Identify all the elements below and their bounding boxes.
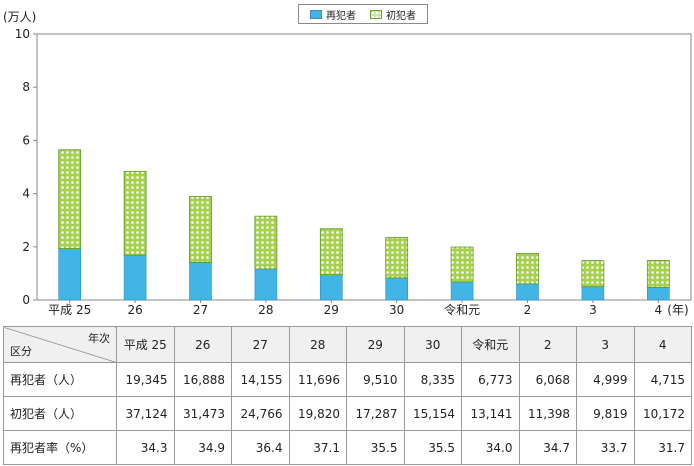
bar-repeat-offenders (254, 268, 278, 301)
table-column-header: 29 (346, 326, 405, 363)
table-cell: 37,124 (116, 396, 175, 431)
x-tick-label: 4 (654, 303, 662, 316)
x-axis-unit: (年) (667, 303, 688, 316)
y-tick-label: 4 (22, 187, 30, 201)
legend-item-first: 初犯者 (370, 7, 416, 22)
y-axis-unit: (万人) (3, 10, 36, 24)
bar-first-time-offenders (646, 260, 670, 288)
bar-repeat-offenders (385, 277, 409, 301)
bar-repeat-offenders (189, 262, 212, 301)
table-row: 再犯者率（%） 34.3 34.9 36.4 37.1 35.5 35.5 34.0 34.7 3… (3, 430, 692, 465)
table-row: 初犯者（人） 37,124 31,473 24,766 19,820 17,287 15,1… (3, 396, 692, 431)
y-tick-label: 6 (22, 133, 30, 147)
bar-chart: 0 2 4 6 8 10 平成 25 26 27 28 29 30 令和元 2 3 4 (年) (万人) (3, 10, 692, 316)
table-cell: 11,398 (518, 396, 577, 431)
x-tick-label: 平成 25 (48, 303, 91, 316)
data-table: 年次 区分 平成 25 26 27 28 29 30 令和元 2 3 4 再犯者（人） 19,345… (3, 326, 692, 465)
x-tick-label: 28 (258, 303, 273, 316)
bar-first-time-offenders (450, 246, 474, 283)
table-cell: 33.7 (576, 430, 635, 465)
table-cell: 36.4 (231, 430, 290, 465)
table-cell: 13,141 (461, 396, 520, 431)
table-row: 再犯者（人） 19,345 16,888 14,155 11,696 9,510 8,335… (3, 362, 692, 397)
table-cell: 17,287 (346, 396, 405, 431)
legend-swatch-first (370, 9, 382, 19)
table-cell: 8,335 (403, 362, 462, 397)
bar-first-time-offenders (58, 149, 82, 249)
table-column-header: 26 (173, 326, 232, 363)
table-cell: 9,510 (346, 362, 405, 397)
table-cell: 34.0 (461, 430, 520, 465)
table-cell: 16,888 (173, 362, 232, 397)
table-cell: 19,345 (116, 362, 175, 397)
table-header-row: 年次 区分 平成 25 26 27 28 29 30 令和元 2 3 4 (3, 326, 692, 363)
bar-repeat-offenders (319, 274, 343, 301)
table-column-header: 4 (633, 326, 692, 363)
bar-repeat-offenders (516, 283, 539, 301)
y-tick-label: 8 (22, 80, 30, 94)
x-tick-label: 3 (589, 303, 597, 316)
x-tick-label: 30 (389, 303, 404, 316)
legend-label-repeat: 再犯者 (326, 10, 356, 22)
table-cell: 6,068 (518, 362, 577, 397)
corner-label-category: 区分 (10, 345, 32, 358)
x-tick-label: 令和元 (444, 302, 480, 316)
y-tick-label: 2 (22, 240, 30, 254)
legend-item-repeat: 再犯者 (310, 7, 356, 22)
bar-first-time-offenders (254, 215, 278, 270)
table-cell: 24,766 (231, 396, 290, 431)
bar-first-time-offenders (516, 253, 539, 285)
table-row-label: 再犯者率（%） (3, 430, 117, 465)
table-cell: 31.7 (633, 430, 692, 465)
bar-repeat-offenders (646, 287, 670, 301)
table-cell: 31,473 (173, 396, 232, 431)
table-cell: 34.9 (173, 430, 232, 465)
table-cell: 11,696 (288, 362, 347, 397)
bar-repeat-offenders (123, 254, 147, 301)
table-cell: 34.7 (518, 430, 577, 465)
table-cell: 6,773 (461, 362, 520, 397)
table-column-header: 平成 25 (116, 326, 175, 363)
bar-first-time-offenders (123, 170, 147, 256)
x-tick-label: 26 (127, 303, 142, 316)
x-tick-label: 2 (524, 303, 532, 316)
corner-label-year: 年次 (88, 332, 110, 345)
table-column-header: 27 (231, 326, 290, 363)
table-column-header: 28 (288, 326, 347, 363)
table-cell: 34.3 (116, 430, 175, 465)
table-cell: 37.1 (288, 430, 347, 465)
table-column-header: 3 (576, 326, 635, 363)
bar-first-time-offenders (385, 237, 409, 279)
bar-repeat-offenders (450, 281, 474, 301)
legend: 再犯者 初犯者 (298, 4, 428, 24)
table-cell: 10,172 (633, 396, 692, 431)
legend-label-first: 初犯者 (386, 10, 416, 22)
table-row-label: 再犯者（人） (3, 362, 117, 397)
bar-repeat-offenders (58, 248, 82, 301)
table-cell: 4,999 (576, 362, 635, 397)
x-tick-label: 29 (324, 303, 339, 316)
x-tick-label: 27 (193, 303, 208, 316)
bar-first-time-offenders (319, 228, 343, 276)
table-row-label: 初犯者（人） (3, 396, 117, 431)
table-column-header: 令和元 (461, 326, 520, 363)
table-cell: 15,154 (403, 396, 462, 431)
y-tick-label: 10 (15, 27, 30, 41)
table-corner-cell: 年次 区分 (3, 326, 117, 363)
bar-first-time-offenders (189, 196, 212, 263)
table-cell: 35.5 (346, 430, 405, 465)
table-column-header: 30 (403, 326, 462, 363)
bar-repeat-offenders (581, 286, 605, 301)
table-cell: 9,819 (576, 396, 635, 431)
bar-first-time-offenders (581, 260, 605, 288)
legend-swatch-repeat (310, 9, 322, 19)
table-cell: 4,715 (633, 362, 692, 397)
table-cell: 19,820 (288, 396, 347, 431)
table-column-header: 2 (518, 326, 577, 363)
y-tick-label: 0 (22, 293, 30, 307)
table-cell: 14,155 (231, 362, 290, 397)
table-cell: 35.5 (403, 430, 462, 465)
